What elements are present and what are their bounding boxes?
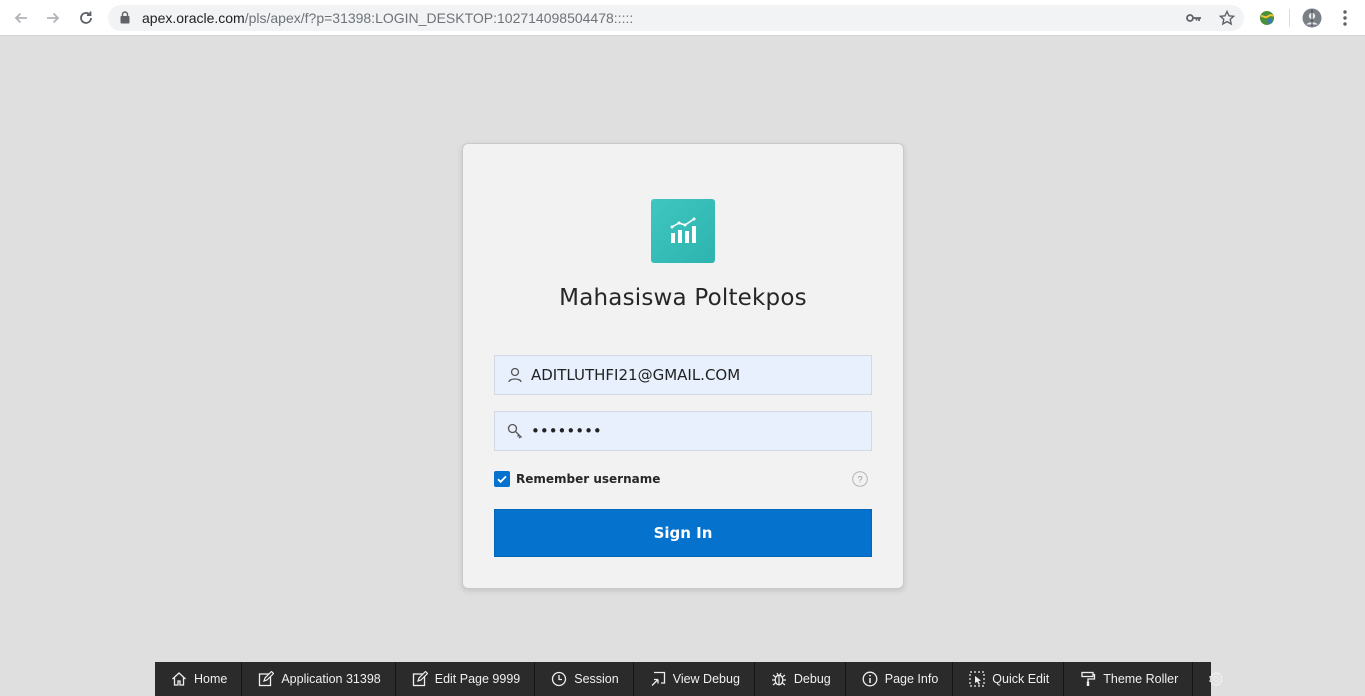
developer-toolbar: Home Application 31398 Edit Page 9999 Se…: [155, 662, 1224, 696]
bug-icon: [771, 672, 786, 686]
chart-icon: [670, 217, 696, 243]
dev-item-label: Edit Page 9999: [434, 672, 521, 686]
dev-quick-edit-button[interactable]: Quick Edit: [953, 662, 1065, 696]
dev-item-label: Quick Edit: [992, 672, 1050, 686]
dev-session-button[interactable]: Session: [535, 662, 634, 696]
quick-edit-icon: [969, 671, 985, 687]
svg-text:?: ?: [857, 475, 862, 486]
menu-button[interactable]: [1335, 8, 1355, 28]
key-button[interactable]: [1185, 9, 1203, 27]
edit-icon: [412, 671, 428, 687]
address-bar[interactable]: apex.oracle.com/pls/apex/f?p=31398:LOGIN…: [108, 5, 1244, 31]
dev-item-label: Home: [194, 672, 228, 686]
back-button[interactable]: [11, 8, 31, 28]
username-input[interactable]: [531, 356, 861, 394]
help-icon[interactable]: ?: [852, 471, 868, 487]
url-path: /pls/apex/f?p=31398:LOGIN_DESKTOP:102714…: [244, 10, 634, 26]
reload-button[interactable]: [76, 8, 96, 28]
checkmark-icon: [497, 475, 507, 484]
username-field[interactable]: [494, 355, 872, 395]
star-icon: [1219, 10, 1235, 26]
reload-icon: [80, 11, 92, 24]
password-field[interactable]: [494, 411, 872, 451]
app-logo: [651, 199, 715, 263]
sign-in-button[interactable]: Sign In: [494, 509, 872, 557]
avatar-icon: [1302, 8, 1322, 28]
forward-button[interactable]: [43, 8, 63, 28]
dev-item-label: Session: [574, 672, 619, 686]
view-debug-icon: [651, 671, 665, 686]
login-card: Mahasiswa Poltekpos Remember username ? …: [462, 143, 904, 589]
dev-item-label: Page Info: [884, 672, 939, 686]
lock-icon: [120, 11, 130, 24]
dev-edit-page-button[interactable]: Edit Page 9999: [396, 662, 536, 696]
dev-item-label: Application 31398: [281, 672, 381, 686]
bookmark-button[interactable]: [1218, 9, 1236, 27]
remember-username[interactable]: Remember username: [494, 471, 660, 487]
url-host: apex.oracle.com: [142, 10, 245, 26]
paint-roller-icon: [1081, 671, 1096, 686]
info-icon: [862, 671, 878, 687]
clock-icon: [552, 671, 567, 687]
extension-button[interactable]: [1257, 8, 1277, 28]
dev-settings-button[interactable]: [1193, 662, 1246, 696]
user-icon: [507, 367, 523, 383]
arrow-right-icon: [47, 12, 60, 24]
app-title: Mahasiswa Poltekpos: [559, 285, 807, 311]
dev-item-label: Theme Roller: [1103, 672, 1179, 686]
dev-item-label: Debug: [793, 672, 831, 686]
dev-item-label: View Debug: [672, 672, 740, 686]
toolbar-divider: [1289, 9, 1290, 27]
arrow-left-icon: [14, 12, 27, 24]
dev-home-button[interactable]: Home: [155, 662, 243, 696]
key-icon: [507, 423, 523, 439]
remember-label: Remember username: [516, 472, 661, 486]
kebab-menu-icon: [1343, 10, 1347, 26]
home-icon: [172, 672, 186, 686]
dev-theme-roller-button[interactable]: Theme Roller: [1064, 662, 1194, 696]
browser-toolbar: apex.oracle.com/pls/apex/f?p=31398:LOGIN…: [0, 0, 1365, 36]
profile-button[interactable]: [1302, 8, 1322, 28]
dev-view-debug-button[interactable]: View Debug: [634, 662, 755, 696]
dev-debug-button[interactable]: Debug: [755, 662, 846, 696]
dev-application-button[interactable]: Application 31398: [242, 662, 396, 696]
gear-icon: [1209, 671, 1224, 687]
dev-page-info-button[interactable]: Page Info: [846, 662, 954, 696]
edit-square-icon: [259, 671, 275, 687]
remember-checkbox[interactable]: [494, 471, 510, 487]
password-input[interactable]: [531, 412, 861, 450]
url-text: apex.oracle.com/pls/apex/f?p=31398:LOGIN…: [142, 10, 633, 26]
key-icon: [1186, 14, 1201, 22]
extension-globe-icon: [1260, 11, 1274, 25]
